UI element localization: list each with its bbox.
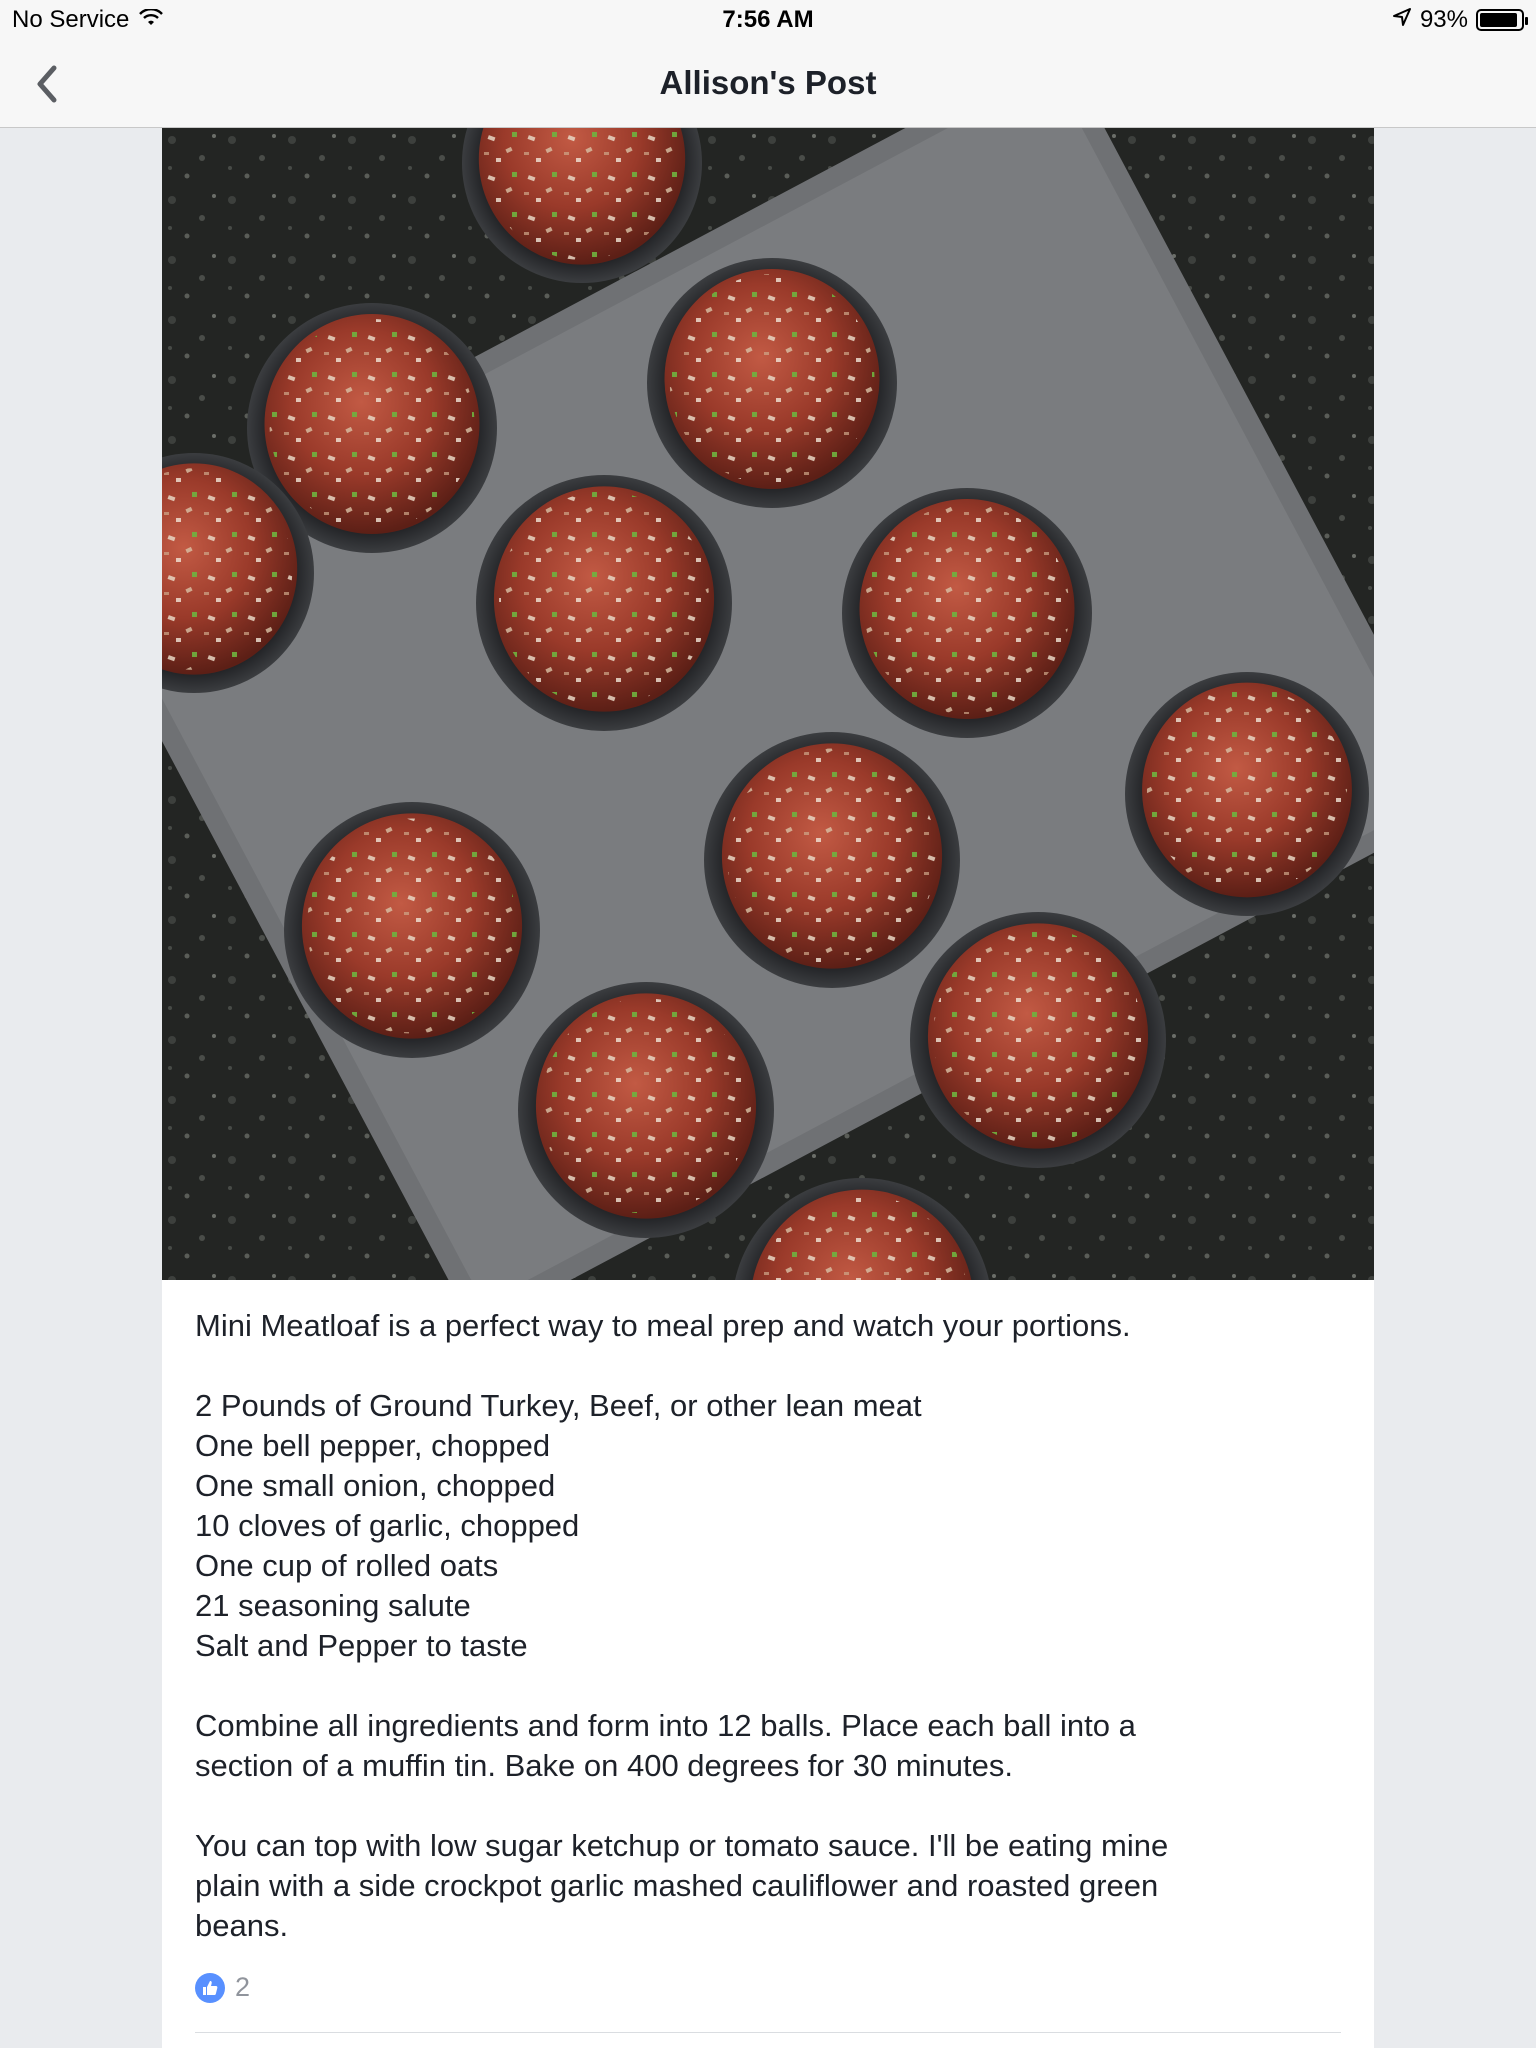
clock: 7:56 AM <box>722 6 814 33</box>
location-arrow-icon <box>1392 6 1412 34</box>
thumbs-up-icon <box>195 1972 225 2003</box>
navigation-bar: Allison's Post <box>0 40 1536 128</box>
meatloaf-texture <box>1146 687 1348 893</box>
ingredient-item: One bell pepper, chopped <box>195 1428 551 1463</box>
meatloaf-texture <box>669 274 875 484</box>
ingredient-item: One small onion, chopped <box>195 1468 556 1503</box>
note-line: plain with a side crockpot garlic mashed… <box>195 1868 1159 1903</box>
battery-level <box>1480 13 1518 27</box>
instruction-line: section of a muffin tin. Bake on 400 deg… <box>195 1748 1013 1783</box>
ingredient-item: 10 cloves of garlic, chopped <box>195 1508 580 1543</box>
divider <box>195 2032 1341 2033</box>
meatloaf-texture <box>499 491 709 707</box>
ingredient-item: 21 seasoning salute <box>195 1588 471 1623</box>
meatloaf-texture <box>864 504 1070 714</box>
post-photo[interactable] <box>162 128 1374 1280</box>
meatloaf-texture <box>269 319 475 529</box>
battery-icon <box>1476 9 1528 31</box>
note-line: You can top with low sugar ketchup or to… <box>195 1828 1169 1863</box>
post-intro: Mini Meatloaf is a perfect way to meal p… <box>195 1308 1131 1343</box>
ingredient-item: One cup of rolled oats <box>195 1548 499 1583</box>
ingredient-list: 2 Pounds of Ground Turkey, Beef, or othe… <box>195 1386 1340 1666</box>
ingredient-item: 2 Pounds of Ground Turkey, Beef, or othe… <box>195 1388 922 1423</box>
like-count: 2 <box>235 1972 251 2002</box>
instructions: Combine all ingredients and form into 12… <box>195 1706 1340 1786</box>
reactions-summary[interactable]: 2 <box>195 1972 250 2003</box>
post-card: Mini Meatloaf is a perfect way to meal p… <box>162 128 1374 2048</box>
post-body: Mini Meatloaf is a perfect way to meal p… <box>162 1280 1374 1946</box>
meatloaf-texture <box>307 818 517 1034</box>
notes: You can top with low sugar ketchup or to… <box>195 1826 1340 1946</box>
instruction-line: Combine all ingredients and form into 12… <box>195 1708 1136 1743</box>
meatloaf-texture <box>727 748 937 964</box>
meatloaf-texture <box>541 998 751 1214</box>
meatloaf-texture <box>933 928 1143 1144</box>
battery-percent: 93% <box>1419 6 1468 33</box>
meatloaf-muffin-tin-image <box>162 128 1374 1280</box>
page-title: Allison's Post <box>659 64 877 101</box>
ingredient-item: Salt and Pepper to taste <box>195 1628 528 1663</box>
status-bar: No Service 7:56 AM 93% <box>0 0 1536 40</box>
note-line: beans. <box>195 1908 289 1943</box>
